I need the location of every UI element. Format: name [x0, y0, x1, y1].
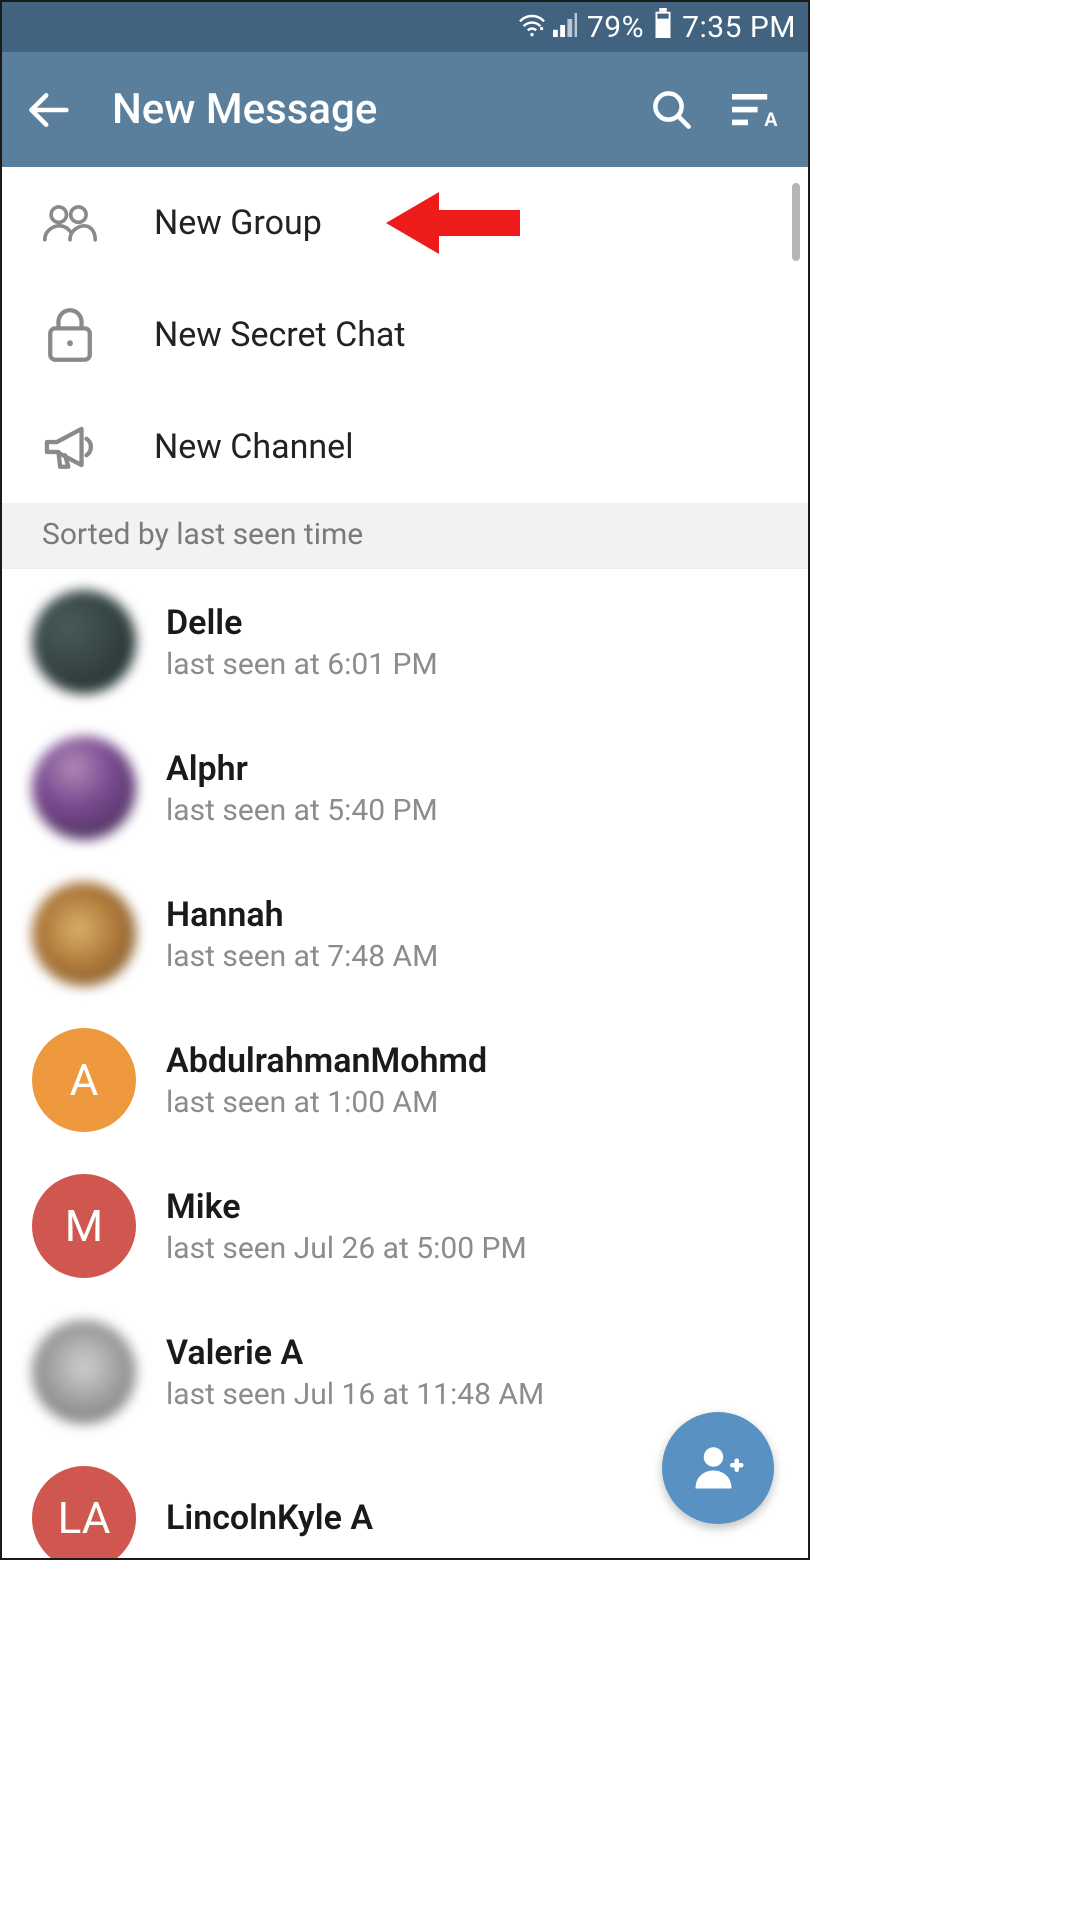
- contact-name: AbdulrahmanMohmd: [166, 1041, 487, 1081]
- app-bar: New Message A: [2, 52, 808, 167]
- avatar: A: [32, 1028, 136, 1132]
- status-bar: 79% 7:35 PM: [2, 2, 808, 52]
- avatar: [32, 1320, 136, 1424]
- avatar: [32, 882, 136, 986]
- contact-name: Delle: [166, 603, 438, 643]
- contact-row[interactable]: A AbdulrahmanMohmd last seen at 1:00 AM: [2, 1007, 808, 1153]
- contact-row[interactable]: M Mike last seen Jul 26 at 5:00 PM: [2, 1153, 808, 1299]
- battery-icon: [654, 8, 672, 46]
- contact-name: Alphr: [166, 749, 438, 789]
- contact-status: last seen Jul 26 at 5:00 PM: [166, 1231, 527, 1266]
- search-button[interactable]: [648, 86, 696, 134]
- contact-row[interactable]: Alphr last seen at 5:40 PM: [2, 715, 808, 861]
- section-header: Sorted by last seen time: [2, 503, 808, 569]
- contact-name: Hannah: [166, 895, 438, 935]
- avatar: M: [32, 1174, 136, 1278]
- new-channel-button[interactable]: New Channel: [2, 391, 808, 503]
- contact-status: last seen at 6:01 PM: [166, 647, 438, 682]
- contact-name: LincolnKyle A: [166, 1498, 373, 1538]
- back-button[interactable]: [24, 86, 72, 134]
- contact-info: Hannah last seen at 7:48 AM: [166, 895, 438, 974]
- contact-info: LincolnKyle A: [166, 1498, 373, 1538]
- contact-info: Delle last seen at 6:01 PM: [166, 603, 438, 682]
- group-icon: [42, 195, 98, 251]
- new-group-label: New Group: [154, 203, 322, 243]
- contact-name: Valerie A: [166, 1333, 544, 1373]
- contact-info: AbdulrahmanMohmd last seen at 1:00 AM: [166, 1041, 487, 1120]
- contact-status: last seen Jul 16 at 11:48 AM: [166, 1377, 544, 1412]
- contact-info: Alphr last seen at 5:40 PM: [166, 749, 438, 828]
- add-contact-fab[interactable]: [662, 1412, 774, 1524]
- contact-info: Mike last seen Jul 26 at 5:00 PM: [166, 1187, 527, 1266]
- contact-row[interactable]: Delle last seen at 6:01 PM: [2, 569, 808, 715]
- app-bar-actions: A: [648, 86, 780, 134]
- contact-info: Valerie A last seen Jul 16 at 11:48 AM: [166, 1333, 544, 1412]
- avatar: [32, 590, 136, 694]
- device-frame: 79% 7:35 PM New Message: [0, 0, 810, 1560]
- content-area: New Group New Secret Chat: [2, 167, 808, 1558]
- sort-button[interactable]: A: [732, 86, 780, 134]
- new-channel-label: New Channel: [154, 427, 353, 467]
- status-time: 7:35 PM: [682, 10, 796, 45]
- contact-status: last seen at 7:48 AM: [166, 939, 438, 974]
- new-secret-chat-label: New Secret Chat: [154, 315, 406, 355]
- signal-icon: [553, 10, 577, 45]
- new-group-button[interactable]: New Group: [2, 167, 808, 279]
- contact-status: last seen at 1:00 AM: [166, 1085, 487, 1120]
- lock-icon: [42, 307, 98, 363]
- page-title: New Message: [112, 85, 648, 134]
- megaphone-icon: [42, 419, 98, 475]
- status-icons: [517, 10, 577, 45]
- annotation-arrow-icon: [384, 188, 524, 258]
- contact-status: last seen at 5:40 PM: [166, 793, 438, 828]
- avatar: [32, 736, 136, 840]
- avatar: LA: [32, 1466, 136, 1558]
- new-secret-chat-button[interactable]: New Secret Chat: [2, 279, 808, 391]
- contact-row[interactable]: Hannah last seen at 7:48 AM: [2, 861, 808, 1007]
- scroll-indicator[interactable]: [792, 183, 800, 261]
- add-person-icon: [691, 1439, 745, 1497]
- battery-percent: 79%: [587, 10, 644, 45]
- svg-text:A: A: [764, 110, 778, 130]
- contact-name: Mike: [166, 1187, 527, 1227]
- wifi-icon: [517, 10, 547, 45]
- contacts-list[interactable]: Delle last seen at 6:01 PM Alphr last seen …: [2, 569, 808, 1558]
